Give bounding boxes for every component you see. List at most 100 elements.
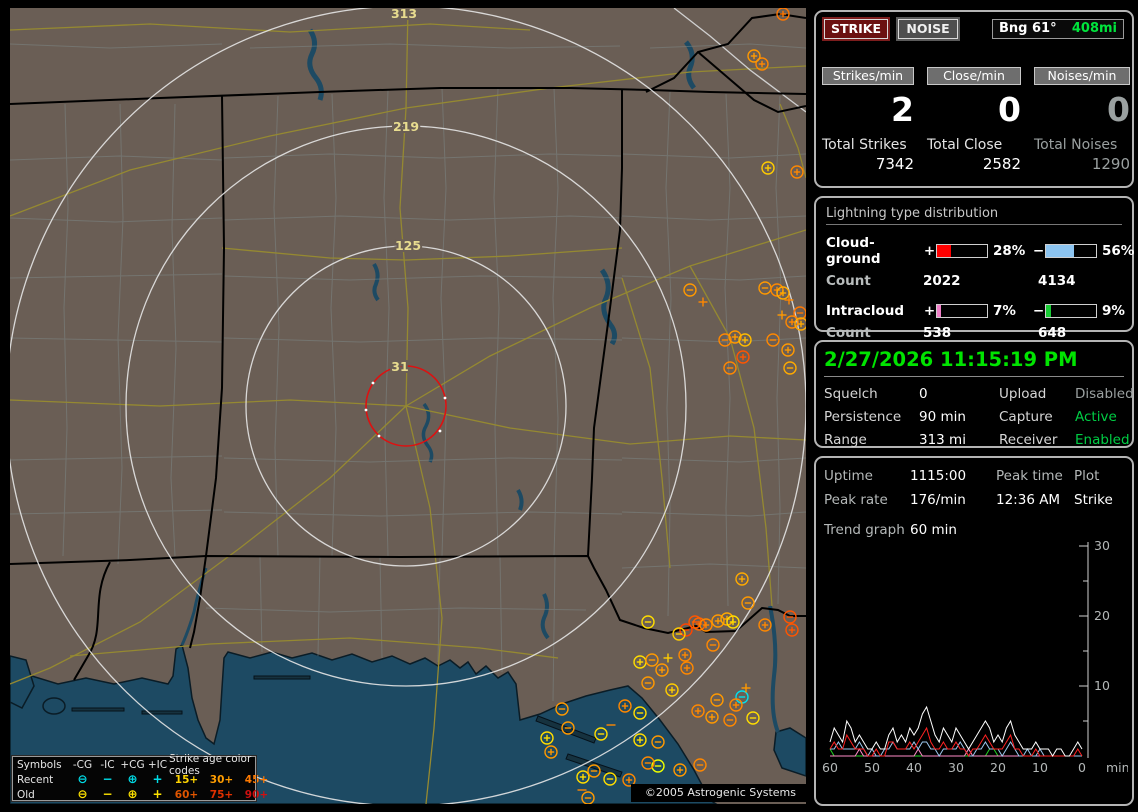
svg-text:50: 50 <box>864 760 880 775</box>
trend-box: Uptime 1115:00 Peak time Plot Peak rate … <box>814 456 1134 806</box>
persistence-label: Persistence <box>824 409 902 425</box>
receiver-status: Enabled <box>1075 432 1130 448</box>
uptime-label: Uptime <box>824 468 873 484</box>
uptime-grid: Uptime 1115:00 Peak time Plot Peak rate … <box>824 468 1124 508</box>
ring-label-31: 31 <box>391 359 408 374</box>
ic-pos-count: 538 <box>923 325 952 341</box>
cg-neg-bar-fill <box>1046 245 1074 257</box>
counters-box: STRIKE NOISE Bng 61° 408mi Strikes/min 2… <box>814 10 1134 188</box>
strikes-per-min-button[interactable]: Strikes/min <box>822 67 914 85</box>
legend-col-pcg: +CG <box>120 758 145 771</box>
total-close-value: 2582 <box>982 155 1021 173</box>
squelch-value: 0 <box>919 386 928 402</box>
intracloud-label: Intracloud <box>826 303 905 319</box>
legend-symbols-header: Symbols <box>17 758 62 771</box>
noises-column: Noises/min 0 Total Noises 1290 <box>1034 67 1130 173</box>
cg-pos-bar-fill <box>937 245 951 257</box>
noises-per-min-button[interactable]: Noises/min <box>1034 67 1130 85</box>
peak-time-value: 12:36 AM <box>996 492 1061 508</box>
receiver-label: Receiver <box>999 432 1058 448</box>
ic-pos-pct: 7% <box>993 303 1016 319</box>
upload-label: Upload <box>999 386 1047 402</box>
cg-neg-pct: 56% <box>1102 243 1135 259</box>
svg-text:0: 0 <box>1078 760 1086 775</box>
legend-row-old-label: Old <box>17 788 35 801</box>
neg-cg-old-icon: ⊖ <box>77 787 88 801</box>
total-noises-label: Total Noises <box>1034 137 1118 153</box>
cg-pos-count: 2022 <box>923 273 961 289</box>
ring-label-219: 219 <box>393 119 419 134</box>
total-noises-value: 1290 <box>1091 155 1130 173</box>
bearing-display: Bng 61° 408mi <box>992 19 1124 39</box>
bearing-range-value: 408mi <box>1071 21 1117 36</box>
ic-pos-bar <box>936 304 988 318</box>
squelch-label: Squelch <box>824 386 878 402</box>
age-60: 60+ <box>174 788 199 801</box>
total-close-label: Total Close <box>927 137 1003 153</box>
neg-cg-recent-icon: ⊖ <box>77 772 88 786</box>
legend-col-ncg: -CG <box>72 758 93 771</box>
copyright-notice: ©2005 Astrogenic Systems <box>630 784 806 802</box>
svg-text:min: min <box>1106 760 1128 775</box>
range-value: 313 mi <box>919 432 966 448</box>
persistence-value: 90 min <box>919 409 966 425</box>
total-strikes-value: 7342 <box>875 155 914 173</box>
ic-pos-bar-fill <box>937 305 941 317</box>
app-window: 313 219 125 31 Symbols -CG -IC +CG +IC S… <box>0 0 1138 812</box>
current-datetime: 2/27/2026 11:15:19 PM <box>824 348 1124 377</box>
receiver-status-box: 2/27/2026 11:15:19 PM Squelch 0 Upload D… <box>814 340 1134 448</box>
receiver-settings-grid: Squelch 0 Upload Disabled Persistence 90… <box>824 386 1134 448</box>
cloud-ground-row: Cloud-ground + 28% − 56% <box>826 235 1134 267</box>
cg-neg-count: 4134 <box>1038 273 1076 289</box>
pos-ic-old-icon: + <box>152 787 163 801</box>
age-30: 30+ <box>209 773 234 786</box>
pos-cg-old-icon: ⊕ <box>127 787 138 801</box>
intracloud-row: Intracloud + 7% − 9% <box>826 303 1126 319</box>
cg-neg-bar <box>1045 244 1097 258</box>
minus-sign: − <box>1032 243 1045 259</box>
ic-neg-pct: 9% <box>1102 303 1125 319</box>
plus-sign: + <box>923 303 936 319</box>
strike-toggle-button[interactable]: STRIKE <box>824 19 888 39</box>
svg-text:60: 60 <box>822 760 838 775</box>
cloud-ground-label: Cloud-ground <box>826 235 881 267</box>
cg-pos-bar <box>936 244 988 258</box>
pos-ic-recent-icon: + <box>152 772 163 786</box>
cloud-ground-count-row: Count 2022 4134 <box>826 273 1126 289</box>
trend-graph-chart: 10 20 30 60 50 40 30 20 10 0 min <box>822 538 1128 775</box>
neg-ic-old-icon: − <box>102 787 113 801</box>
ic-neg-count: 648 <box>1038 325 1067 341</box>
ring-label-125: 125 <box>395 238 421 253</box>
trend-series-intracloud-pos-green <box>829 748 1082 757</box>
trend-series-intracloud-neg-pink <box>830 748 1082 757</box>
age-90: 90+ <box>244 788 269 801</box>
age-15: 15+ <box>174 773 199 786</box>
legend-col-pic: +IC <box>147 758 168 771</box>
ic-neg-bar <box>1045 304 1097 318</box>
peak-time-label: Peak time <box>996 468 1063 484</box>
peak-rate-label: Peak rate <box>824 492 888 508</box>
peak-rate-value: 176/min <box>910 492 966 508</box>
ring-label-313: 313 <box>391 8 417 21</box>
svg-text:20: 20 <box>1094 608 1110 623</box>
plot-value: Strike <box>1074 492 1113 508</box>
strikes-per-min-value: 2 <box>891 90 914 129</box>
close-per-min-button[interactable]: Close/min <box>927 67 1021 85</box>
intracloud-count-row: Count 538 648 <box>826 325 1126 341</box>
legend-col-nic: -IC <box>100 758 115 771</box>
age-75: 75+ <box>209 788 234 801</box>
status-panel: STRIKE NOISE Bng 61° 408mi Strikes/min 2… <box>814 0 1138 812</box>
lightning-map[interactable]: 313 219 125 31 Symbols -CG -IC +CG +IC S… <box>10 8 806 804</box>
noise-toggle-button[interactable]: NOISE <box>898 19 958 39</box>
uptime-value: 1115:00 <box>910 468 967 484</box>
distribution-title: Lightning type distribution <box>826 206 1122 225</box>
bearing-value: Bng 61° <box>999 21 1057 36</box>
svg-text:10: 10 <box>1032 760 1048 775</box>
capture-status: Active <box>1075 409 1117 425</box>
range-label: Range <box>824 432 867 448</box>
map-canvas[interactable]: 313 219 125 31 <box>10 8 806 804</box>
total-strikes-label: Total Strikes <box>822 137 907 153</box>
close-per-min-value: 0 <box>998 90 1021 129</box>
close-column: Close/min 0 Total Close 2582 <box>927 67 1021 173</box>
plus-sign: + <box>923 243 936 259</box>
